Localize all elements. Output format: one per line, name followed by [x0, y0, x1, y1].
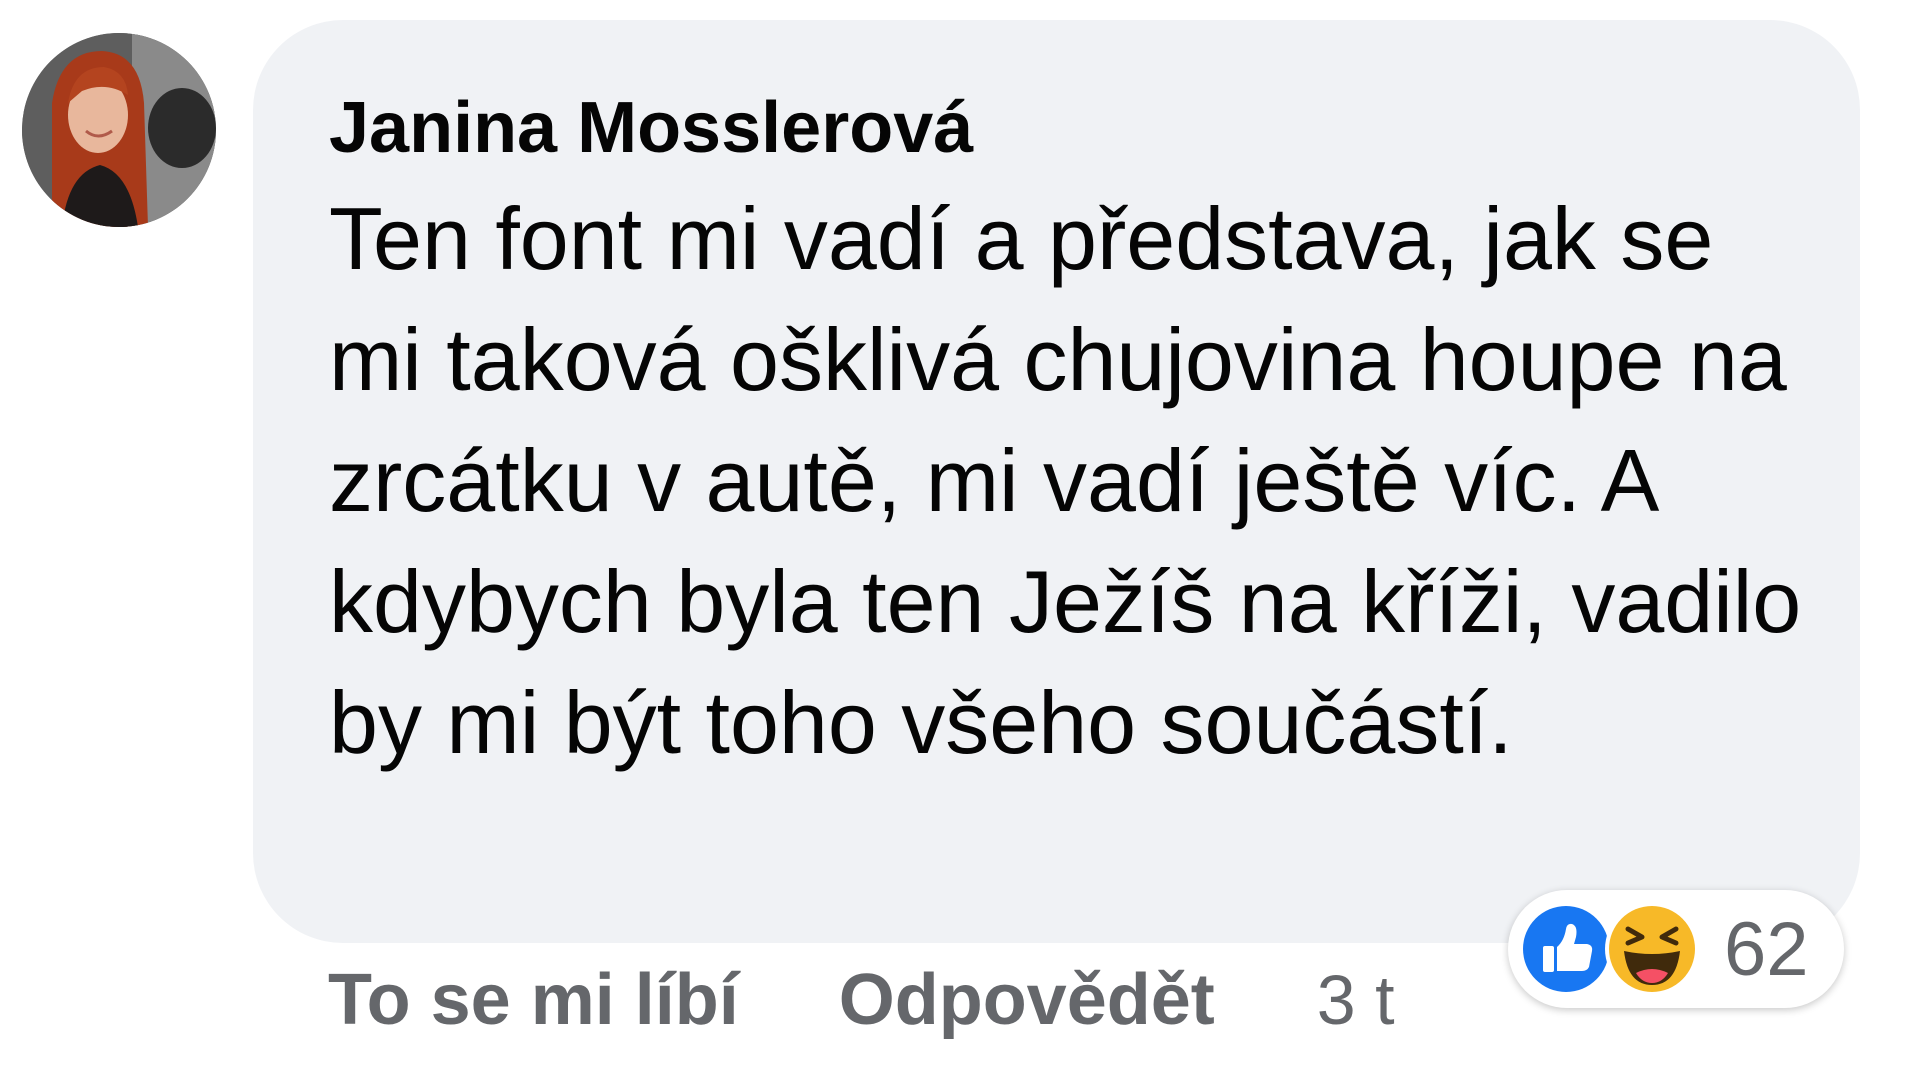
reaction-count: 62: [1724, 906, 1809, 992]
comment-author[interactable]: Janina Mosslerová: [329, 78, 1800, 178]
comment-actions: To se mi líbí Odpovědět 3 t: [328, 955, 1395, 1045]
comment-bubble: Janina Mosslerová Ten font mi vadí a pře…: [253, 20, 1860, 943]
avatar[interactable]: [22, 33, 216, 227]
avatar-photo: [22, 33, 216, 227]
reaction-summary[interactable]: 62: [1508, 890, 1844, 1008]
like-button[interactable]: To se mi líbí: [328, 959, 739, 1041]
haha-reaction-icon: [1605, 902, 1699, 996]
comment: Janina Mosslerová Ten font mi vadí a pře…: [0, 0, 1906, 1068]
like-reaction-icon: [1519, 902, 1613, 996]
comment-timestamp[interactable]: 3 t: [1317, 960, 1395, 1040]
reply-button[interactable]: Odpovědět: [839, 959, 1215, 1041]
comment-text: Ten font mi vadí a představa, jak se mi …: [329, 189, 1802, 772]
